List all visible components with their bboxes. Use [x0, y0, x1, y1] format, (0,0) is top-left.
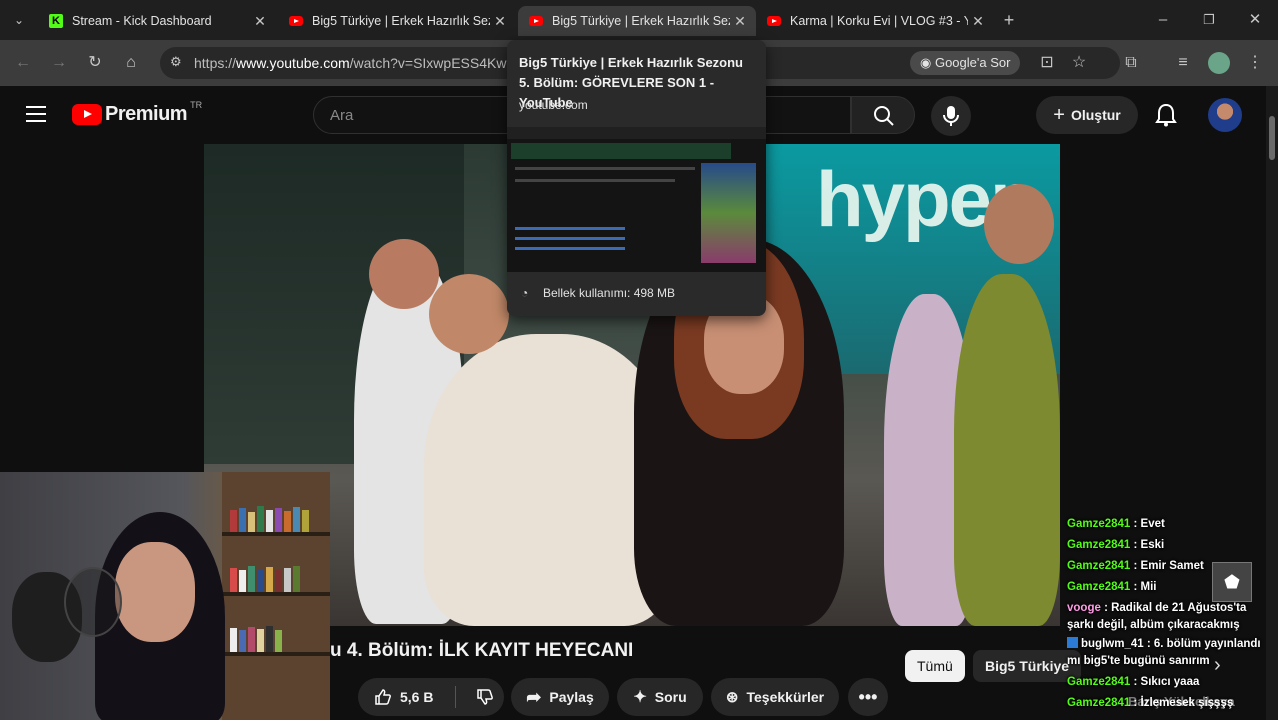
user-badge-icon [1067, 637, 1078, 648]
minimize-icon[interactable]: – [1152, 9, 1174, 31]
youtube-premium-logo[interactable]: Premium TR [72, 100, 202, 126]
notifications-bell-icon[interactable] [1155, 103, 1177, 127]
tab-big5-episode-4[interactable]: Big5 Türkiye | Erkek Hazırlık Sezonu 4. … [518, 6, 756, 36]
chat-message: vooge : Radikal de 21 Ağustos'ta şarkı d… [1067, 602, 1247, 631]
install-app-icon[interactable]: ⊡ [1036, 52, 1058, 74]
tab-big5-episode-5[interactable]: Big5 Türkiye | Erkek Hazırlık Sezonu 5. … [278, 6, 516, 36]
close-icon[interactable]: ✕ [968, 13, 988, 30]
close-icon[interactable]: ✕ [490, 13, 510, 30]
browser-tab-bar: ⌄ K Stream - Kick Dashboard ✕ Big5 Türki… [0, 0, 1278, 40]
bookmark-star-icon[interactable]: ☆ [1068, 52, 1090, 74]
search-button[interactable] [851, 96, 915, 134]
close-icon[interactable]: ✕ [250, 13, 270, 30]
sparkle-icon: ✦ [633, 689, 647, 706]
person-left-head [369, 239, 439, 309]
tab-kick-dashboard[interactable]: K Stream - Kick Dashboard ✕ [38, 6, 276, 36]
kick-icon: K [48, 13, 64, 29]
ask-button[interactable]: ✦ Soru [617, 678, 703, 716]
page-scrollbar[interactable] [1266, 86, 1278, 720]
site-info-icon[interactable]: ⚙ [170, 54, 182, 70]
thumbs-down-icon[interactable] [476, 688, 494, 706]
tab-title: Karma | Korku Evi | VLOG #3 - YouTube [790, 14, 968, 28]
person-center-head [429, 274, 509, 354]
media-control-icon[interactable]: ≡ [1172, 52, 1194, 74]
person-right-head [984, 184, 1054, 264]
tab-search-chevron-icon[interactable]: ⌄ [8, 9, 30, 31]
microphone-icon [943, 106, 959, 126]
streamer-webcam [0, 472, 330, 720]
preview-domain: youtube.com [519, 98, 588, 112]
account-avatar[interactable] [1208, 98, 1242, 132]
thumbs-up-icon [375, 689, 391, 705]
scrollbar-thumb[interactable] [1269, 116, 1275, 160]
tab-karma-vlog[interactable]: Karma | Korku Evi | VLOG #3 - YouTube ✕ [756, 6, 994, 36]
preview-memory: Bellek kullanımı: 498 MB [543, 286, 676, 300]
super-thanks-icon: ⊛ [725, 689, 739, 706]
watermark-text: Barış Yükselkaya [1128, 694, 1235, 709]
extensions-icon[interactable]: ⧉ [1120, 52, 1142, 74]
youtube-logo-icon [72, 104, 102, 125]
streamer-face [115, 542, 195, 642]
voice-search-button[interactable] [931, 96, 971, 136]
youtube-icon [766, 13, 782, 29]
live-chat-overlay: Gamze2841 : Evet Gamze2841 : Eski Gamze2… [1062, 514, 1276, 714]
tab-title: Big5 Türkiye | Erkek Hazırlık Sezonu 5. … [312, 14, 490, 28]
chat-message: Gamze2841 : Eski [1067, 539, 1165, 551]
restore-icon[interactable]: ❐ [1198, 9, 1220, 31]
tab-hover-preview: Big5 Türkiye | Erkek Hazırlık Sezonu 5. … [507, 40, 766, 316]
chat-message: Gamze2841 : Sıkıcı yaaa [1067, 676, 1200, 688]
new-tab-icon[interactable]: + [998, 9, 1020, 31]
thanks-button[interactable]: ⊛ Teşekkürler [711, 678, 839, 716]
stream-overlay-badge-icon: ⬟ [1212, 562, 1252, 602]
more-actions-button[interactable]: ••• [848, 678, 888, 716]
forward-icon[interactable]: → [48, 52, 70, 74]
like-divider [455, 686, 457, 708]
person-right-green [954, 274, 1060, 626]
chat-message: Gamze2841 : Evet [1067, 518, 1165, 530]
preview-thumbnail [507, 127, 766, 272]
share-icon: ➦ [526, 686, 542, 707]
chip-all[interactable]: Tümü [905, 650, 965, 682]
ask-google-button[interactable]: ◉ Google'a Sor [910, 51, 1021, 75]
close-icon[interactable]: ✕ [730, 13, 750, 30]
like-button[interactable]: 5,6 B [358, 678, 504, 716]
memory-gauge-icon: ◔ [521, 286, 529, 300]
youtube-icon [288, 13, 304, 29]
close-window-icon[interactable]: ✕ [1244, 9, 1266, 31]
chat-message: buglwm_41 : 6. bölüm yayınlandı mı big5'… [1067, 637, 1261, 667]
home-icon[interactable]: ⌂ [120, 52, 142, 74]
tab-title: Stream - Kick Dashboard [72, 14, 212, 28]
url-text: https://www.youtube.com/watch?v=SIxwpESS… [194, 55, 507, 71]
share-button[interactable]: ➦ Paylaş [511, 678, 609, 716]
youtube-icon [528, 13, 544, 29]
create-button[interactable]: + Oluştur [1036, 96, 1138, 134]
hamburger-menu-icon[interactable] [26, 106, 46, 122]
profile-avatar[interactable] [1208, 52, 1230, 74]
reload-icon[interactable]: ↻ [84, 52, 106, 74]
back-icon[interactable]: ← [12, 52, 34, 74]
video-title: u 4. Bölüm: İLK KAYIT HEYECANI [330, 640, 634, 661]
plus-icon: + [1053, 103, 1065, 126]
more-horizontal-icon: ••• [858, 686, 878, 707]
pop-filter [64, 567, 122, 637]
search-icon [874, 106, 894, 126]
tab-title: Big5 Türkiye | Erkek Hazırlık Sezonu 4. … [552, 14, 730, 28]
browser-menu-icon[interactable]: ⋮ [1244, 52, 1266, 74]
